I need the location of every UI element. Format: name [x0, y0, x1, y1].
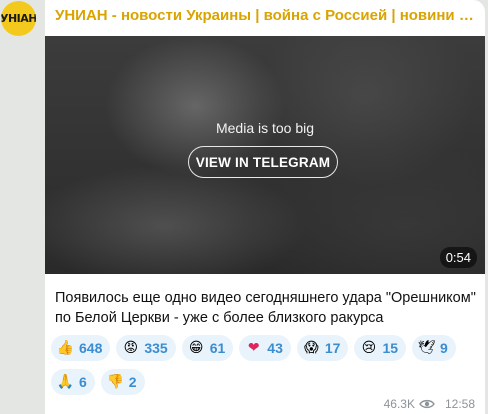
- channel-avatar[interactable]: УНІАН: [1, 1, 36, 36]
- thumbs-down-icon: 👎: [106, 373, 125, 390]
- view-count: 46.3K: [383, 397, 415, 411]
- reaction-dove[interactable]: 🕊 9: [412, 335, 456, 361]
- reaction-count: 2: [128, 374, 137, 390]
- channel-title[interactable]: УНИАН - новости Украины | война с Россие…: [55, 7, 475, 24]
- reaction-crying-face[interactable]: 😢 15: [354, 335, 407, 361]
- reaction-praying-hands[interactable]: 🙏 6: [51, 369, 95, 395]
- reaction-count: 648: [79, 340, 103, 356]
- thumbs-up-icon: 👍: [56, 339, 75, 356]
- screaming-face-icon: 😱: [304, 339, 319, 356]
- message-time: 12:58: [444, 397, 475, 411]
- reaction-count: 17: [324, 340, 341, 356]
- message-bubble: УНИАН - новости Украины | война с Россие…: [45, 0, 485, 414]
- video-duration-badge: 0:54: [439, 247, 477, 268]
- heart-icon: ❤: [247, 339, 260, 356]
- reaction-count: 15: [382, 340, 399, 356]
- avatar-logo-text: УНІАН: [1, 12, 36, 25]
- angry-face-icon: 😡: [123, 339, 139, 356]
- reaction-count: 6: [79, 374, 87, 390]
- reaction-thumbs-down[interactable]: 👎 2: [100, 369, 145, 395]
- view-in-telegram-button[interactable]: VIEW IN TELEGRAM: [188, 146, 338, 178]
- reaction-grinning-face[interactable]: 😁 61: [181, 335, 234, 361]
- reaction-count: 9: [440, 340, 448, 356]
- dove-icon: 🕊: [417, 339, 436, 356]
- eye-icon: [419, 399, 435, 409]
- reaction-angry-face[interactable]: 😡 335: [116, 335, 176, 361]
- reaction-count: 61: [209, 340, 226, 356]
- media-too-big-note: Media is too big: [215, 120, 315, 136]
- praying-hands-icon: 🙏: [56, 373, 75, 390]
- video-preview[interactable]: Media is too big VIEW IN TELEGRAM 0:54: [45, 36, 485, 274]
- crying-face-icon: 😢: [361, 339, 377, 356]
- grinning-face-icon: 😁: [188, 339, 204, 356]
- message-caption: Появилось еще одно видео сегодняшнего уд…: [55, 290, 476, 326]
- reaction-count: 43: [267, 340, 283, 356]
- reaction-thumbs-up[interactable]: 👍 648: [51, 335, 111, 361]
- reaction-heart[interactable]: ❤ 43: [239, 335, 291, 361]
- message-meta: 46.3K 12:58: [384, 397, 475, 411]
- reaction-screaming-face[interactable]: 😱 17: [296, 335, 349, 361]
- reactions-bar: 👍 648 😡 335 😁 61 ❤ 43 😱 17 😢 15 🕊 9 🙏 6 …: [51, 335, 481, 395]
- reaction-count: 335: [144, 340, 168, 356]
